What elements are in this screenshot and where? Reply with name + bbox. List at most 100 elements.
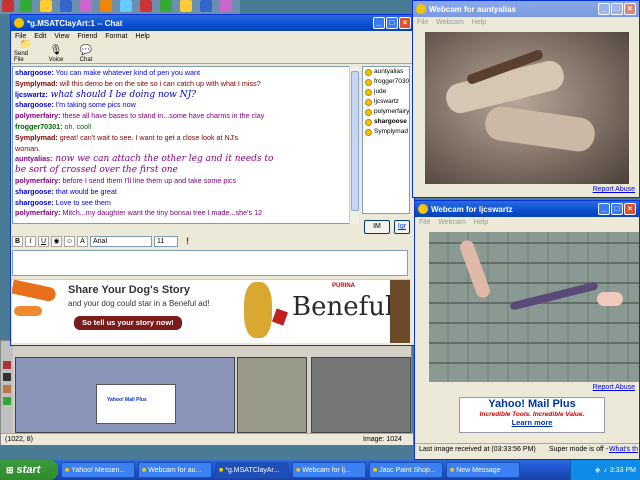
menu-help[interactable]: Help	[474, 219, 488, 226]
pencil-tool-icon[interactable]	[3, 385, 11, 393]
menu-file[interactable]: File	[419, 219, 430, 226]
font-select[interactable]: Arial	[90, 235, 152, 247]
message-author[interactable]: shargoose:	[15, 68, 54, 77]
menu-help[interactable]: Help	[472, 19, 486, 26]
message-author[interactable]: polymerfairy:	[15, 208, 61, 217]
user-list[interactable]: auntyalias frogger7030 jude ljcswartz polyme…	[362, 66, 410, 214]
chat-toolbar: 📁 Send File 🎙 Voice 💬 Chat	[11, 39, 414, 64]
minimize-button[interactable]: _	[598, 3, 610, 15]
menu-webcam[interactable]: Webcam	[438, 219, 466, 226]
message-author[interactable]: polymerfairy:	[15, 176, 61, 185]
user-list-item[interactable]: ljcswartz	[363, 97, 409, 107]
menu-view[interactable]: View	[54, 33, 69, 40]
underline-button[interactable]: U	[38, 235, 49, 247]
maximize-button[interactable]: □	[611, 3, 623, 15]
desktop-shortcut-icon[interactable]	[60, 0, 72, 12]
webcam-titlebar[interactable]: Webcam for auntyalias _ □ ×	[413, 1, 639, 17]
desktop-shortcut-icon[interactable]	[200, 0, 212, 12]
maximize-button[interactable]: □	[611, 203, 623, 215]
report-abuse-link[interactable]: Report Abuse	[593, 186, 635, 193]
user-list-item[interactable]: frogger7030	[363, 77, 409, 87]
scroll-thumb[interactable]	[351, 71, 359, 211]
desktop-shortcut-icon[interactable]	[180, 0, 192, 12]
desktop-shortcut-icon[interactable]	[160, 0, 172, 12]
close-button[interactable]: ×	[399, 17, 411, 29]
chat-log[interactable]: shargoose: You can make whatever kind of…	[12, 66, 359, 224]
text-color-icon[interactable]: A	[77, 235, 88, 247]
user-list-item[interactable]: shargoose	[363, 117, 409, 127]
app-icon: ■	[142, 466, 147, 474]
learn-more-link[interactable]: Learn more	[460, 418, 604, 427]
message-input[interactable]	[12, 250, 408, 276]
desktop-shortcut-icon[interactable]	[80, 0, 92, 12]
desktop-shortcut-icon[interactable]	[100, 0, 112, 12]
ad-cta-button[interactable]: So tell us your story now!	[74, 316, 182, 330]
image-thumbnail[interactable]	[311, 357, 411, 433]
chat-titlebar[interactable]: *g.MSATClayArt:1 -- Chat _ □ ×	[11, 15, 414, 31]
user-list-item[interactable]: auntyalias	[363, 67, 409, 77]
bold-button[interactable]: B	[12, 235, 23, 247]
voice-button[interactable]: 🎙 Voice	[44, 45, 68, 63]
user-list-item[interactable]: jude	[363, 87, 409, 97]
taskbar-button[interactable]: ■ Webcam for lj...	[292, 462, 366, 478]
taskbar-button[interactable]: ■ Yahoo! Messen...	[61, 462, 135, 478]
message-author[interactable]: shargoose:	[15, 198, 54, 207]
italic-button[interactable]: I	[25, 235, 36, 247]
buzz-icon[interactable]: !	[186, 236, 189, 246]
webcam-window-auntyalias[interactable]: Webcam for auntyalias _ □ × File Webcam …	[412, 0, 640, 198]
webcam-window-ljcswartz[interactable]: Webcam for ljcswartz _ □ × File Webcam H…	[414, 200, 640, 460]
chat-log-scrollbar[interactable]	[349, 66, 359, 224]
user-list-item[interactable]: polymerfairy	[363, 107, 409, 117]
taskbar-button[interactable]: ■ New Message	[446, 462, 520, 478]
close-button[interactable]: ×	[624, 203, 636, 215]
message-author[interactable]: shargoose:	[15, 100, 54, 109]
volume-icon[interactable]: ♪	[603, 467, 607, 474]
image-thumbnail[interactable]: Yahoo! Mail Plus	[15, 357, 235, 433]
desktop-shortcut-icon[interactable]	[40, 0, 52, 12]
message-author[interactable]: auntyalias:	[15, 154, 53, 163]
taskbar-button[interactable]: ■ Webcam for au...	[138, 462, 212, 478]
webcam-titlebar[interactable]: Webcam for ljcswartz _ □ ×	[415, 201, 639, 217]
whats-this-link[interactable]: What's th	[609, 444, 638, 455]
report-abuse-link[interactable]: Report Abuse	[593, 384, 635, 391]
paint-shop-window[interactable]: Yahoo! Mail Plus (1022, 8) Image: 1024	[0, 340, 413, 445]
close-button[interactable]: ×	[624, 3, 636, 15]
maximize-button[interactable]: □	[386, 17, 398, 29]
menu-format[interactable]: Format	[105, 33, 127, 40]
message-author[interactable]: Symplymad:	[15, 79, 58, 88]
fill-tool-icon[interactable]	[3, 397, 11, 405]
menu-webcam[interactable]: Webcam	[436, 19, 464, 26]
color-icon[interactable]: ◉	[51, 235, 62, 247]
minimize-button[interactable]: _	[373, 17, 385, 29]
message-author[interactable]: Symplymad:	[15, 133, 58, 142]
taskbar-button[interactable]: ■ *g.MSATClayAr...	[215, 462, 289, 478]
image-thumbnail[interactable]	[237, 357, 307, 433]
message-author[interactable]: ljcswartz:	[15, 90, 48, 99]
font-size-select[interactable]: 11	[154, 235, 178, 247]
menu-friend[interactable]: Friend	[77, 33, 97, 40]
ignore-button[interactable]: Igr	[394, 220, 410, 234]
message-author[interactable]: shargoose:	[15, 187, 54, 196]
taskbar-button[interactable]: ■ Jasc Paint Shop...	[369, 462, 443, 478]
message-author[interactable]: frogger70301:	[15, 122, 63, 131]
send-file-button[interactable]: 📁 Send File	[14, 39, 38, 63]
beneful-ad-banner[interactable]: Share Your Dog's Story and your dog coul…	[12, 279, 410, 343]
minimize-button[interactable]: _	[598, 203, 610, 215]
network-icon[interactable]: ◈	[595, 466, 600, 474]
start-button[interactable]: ⊞ start	[0, 460, 58, 480]
brush-tool-icon[interactable]	[3, 373, 11, 381]
chat-button[interactable]: 💬 Chat	[74, 45, 98, 63]
desktop-shortcut-icon[interactable]	[140, 0, 152, 12]
desktop-shortcut-icon[interactable]	[220, 0, 232, 12]
paint-tool-icon[interactable]	[3, 361, 11, 369]
desktop-shortcut-icon[interactable]	[120, 0, 132, 12]
menu-file[interactable]: File	[417, 19, 428, 26]
yahoo-mail-plus-ad[interactable]: Yahoo! Mail Plus Incredible Tools. Incre…	[459, 397, 605, 433]
message-author[interactable]: polymerfairy:	[15, 111, 61, 120]
desktop-shortcut-icon[interactable]	[20, 0, 32, 12]
user-list-item[interactable]: Symplymad	[363, 127, 409, 137]
im-button[interactable]: IM	[364, 220, 390, 234]
emoticon-icon[interactable]: ☺	[64, 235, 75, 247]
menu-help[interactable]: Help	[135, 33, 149, 40]
desktop-shortcut-icon[interactable]	[2, 0, 14, 12]
